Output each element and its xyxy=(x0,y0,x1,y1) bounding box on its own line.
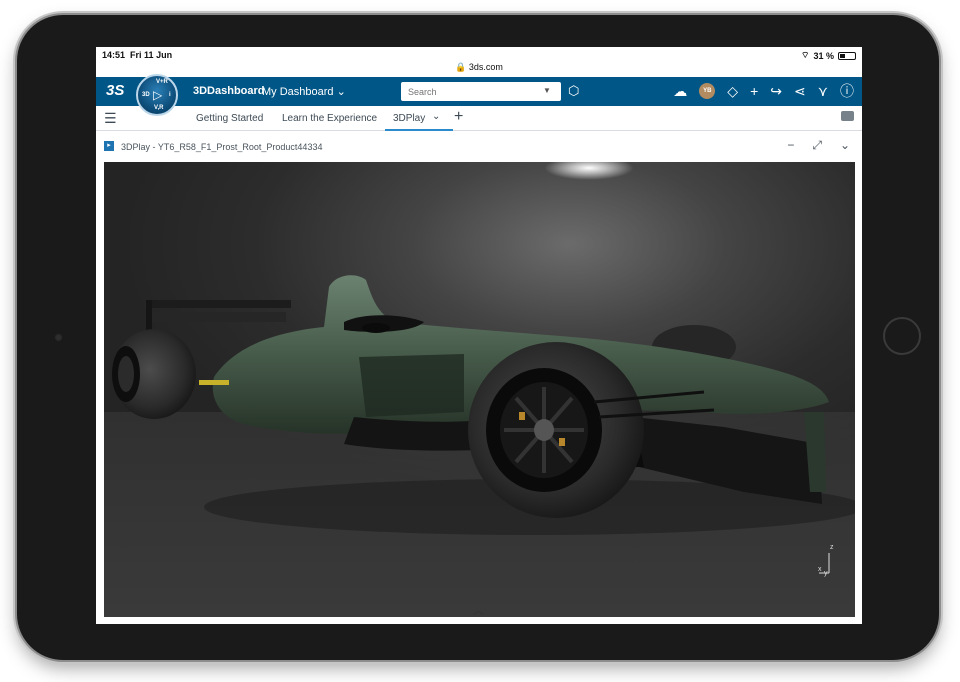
compass-button[interactable]: V+R 3D ▷ i V,R xyxy=(136,74,178,116)
minimize-icon[interactable]: − xyxy=(787,138,794,153)
address-url[interactable]: 🔒 3ds.com xyxy=(96,62,862,73)
dashboard-selector[interactable]: My Dashboard ⌄ xyxy=(262,85,346,98)
widget-controls: − ⤢ ⌄ xyxy=(787,138,850,153)
app-bar-actions: ☁ YB ◇ + ↪ ⋖ ⋎ ⓘ xyxy=(673,82,854,100)
add-icon[interactable]: + xyxy=(750,82,758,100)
sidepod xyxy=(359,354,464,417)
network-icon[interactable]: ⋖ xyxy=(794,82,806,100)
rear-wheel xyxy=(112,329,196,419)
tab-getting-started[interactable]: Getting Started xyxy=(196,113,263,124)
apps-icon[interactable]: ⋎ xyxy=(818,82,828,100)
steering-wheel xyxy=(362,323,390,333)
tab-chevron-down-icon[interactable]: ⌄ xyxy=(432,111,440,122)
tab-bar: ☰ Getting Started Learn the Experience 3… xyxy=(96,106,862,131)
front-camera xyxy=(54,333,63,342)
screen: 14:51 Fri 11 Jun 🔒 3ds.com ⌔ 31 % 3S V+R… xyxy=(96,47,862,624)
axis-x-label: x xyxy=(818,566,822,573)
3dplay-icon: ▸ xyxy=(104,141,114,151)
axis-z-label: z xyxy=(830,544,834,551)
share-icon[interactable]: ↪ xyxy=(770,82,782,100)
tab-3dplay[interactable]: 3DPlay xyxy=(385,113,454,131)
menu-icon[interactable]: ☰ xyxy=(104,110,117,127)
ds-logo[interactable]: 3S xyxy=(106,82,124,99)
tab-learn-the-experience[interactable]: Learn the Experience xyxy=(282,113,377,124)
axis-y-label: y xyxy=(824,570,828,577)
search-input[interactable] xyxy=(401,82,561,101)
tag-icon[interactable]: ⬡ xyxy=(568,83,579,99)
top-app-bar: 3S V+R 3D ▷ i V,R 3DDashboard My Dashboa… xyxy=(96,74,862,116)
chevron-up-icon[interactable]: ︿ xyxy=(473,602,484,618)
status-indicators: ⌔ 31 % xyxy=(801,50,856,61)
battery-icon xyxy=(838,51,856,60)
add-tab-icon[interactable]: + xyxy=(454,108,463,126)
lock-icon: 🔒 xyxy=(455,62,467,72)
status-time: 14:51 Fri 11 Jun xyxy=(102,50,173,60)
widget-header: ▸ 3DPlay - YT6_R58_F1_Prost_Root_Product… xyxy=(96,132,862,160)
status-bar: 14:51 Fri 11 Jun 🔒 3ds.com ⌔ 31 % xyxy=(96,47,862,75)
avatar[interactable]: YB xyxy=(699,83,716,99)
home-button[interactable] xyxy=(883,317,921,355)
f1-car-model[interactable] xyxy=(104,162,855,617)
chevron-down-icon[interactable]: ⌄ xyxy=(840,138,850,153)
brand-name: 3DDashboard xyxy=(193,85,265,97)
exhaust-detail xyxy=(199,380,229,385)
3d-viewer[interactable]: z x y xyxy=(104,162,855,617)
search-dropdown-icon[interactable]: ▼ xyxy=(543,86,551,95)
chat-icon[interactable] xyxy=(841,111,854,121)
maximize-icon[interactable]: ⤢ xyxy=(812,138,822,153)
chevron-down-icon: ⌄ xyxy=(336,86,346,98)
wifi-icon: ⌔ xyxy=(801,50,810,60)
notification-icon[interactable]: ◇ xyxy=(727,82,738,100)
help-icon[interactable]: ⓘ xyxy=(840,82,854,100)
cloud-icon[interactable]: ☁ xyxy=(673,82,687,100)
battery-percent: 31 % xyxy=(813,50,834,61)
front-wheel xyxy=(468,342,644,518)
widget-title: 3DPlay - YT6_R58_F1_Prost_Root_Product44… xyxy=(121,142,323,152)
play-icon: ▷ xyxy=(153,88,163,102)
